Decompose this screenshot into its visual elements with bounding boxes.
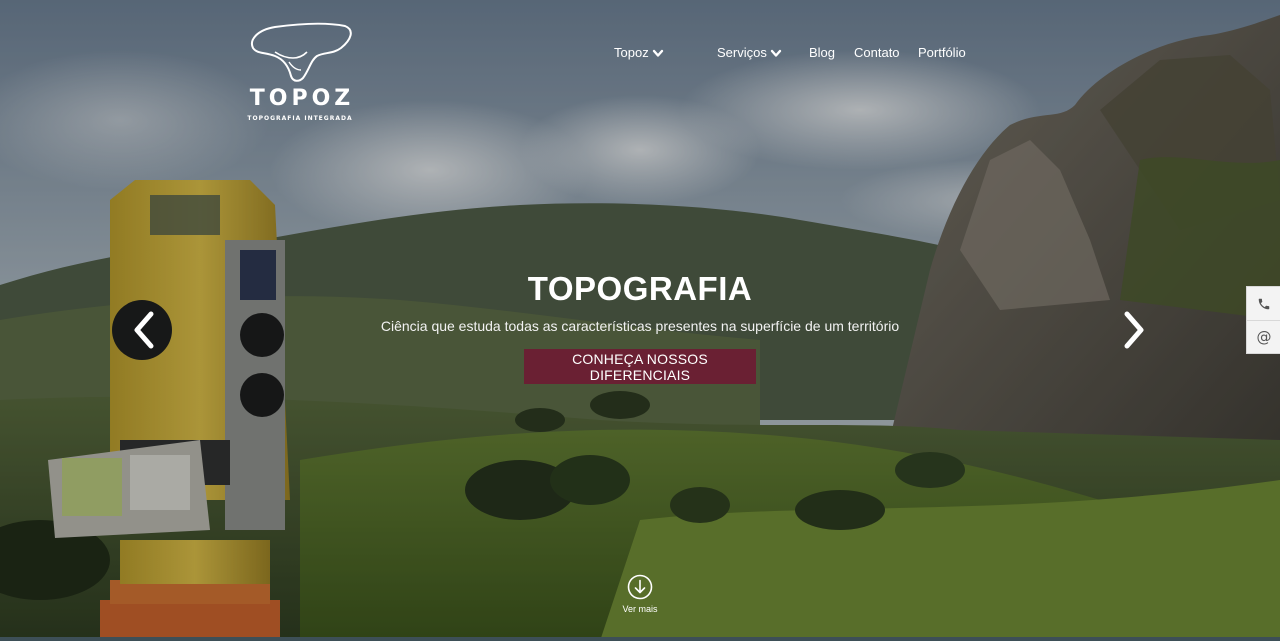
side-contact-tab: @ bbox=[1246, 286, 1280, 354]
slide-title: TOPOGRAFIA bbox=[527, 270, 753, 307]
nav-item-label: Portfólio bbox=[918, 45, 966, 60]
cta-button[interactable]: CONHEÇA NOSSOS DIFERENCIAIS bbox=[524, 349, 756, 384]
side-email-button[interactable]: @ bbox=[1247, 320, 1280, 353]
arrow-down-circle-icon bbox=[627, 574, 653, 600]
scroll-down-link[interactable]: Ver mais bbox=[610, 574, 670, 614]
nav-item-label: Contato bbox=[854, 45, 900, 60]
nav-item-servicos[interactable]: Serviços bbox=[717, 44, 782, 62]
side-phone-button[interactable] bbox=[1247, 287, 1280, 320]
chevron-down-icon bbox=[652, 49, 663, 57]
nav-item-label: Topoz bbox=[614, 45, 649, 60]
nav-item-blog[interactable]: Blog bbox=[809, 44, 835, 62]
bottom-divider bbox=[0, 637, 1280, 641]
brand-tagline: TOPOGRAFIA INTEGRADA bbox=[247, 115, 353, 122]
nav-item-label: Blog bbox=[809, 45, 836, 60]
nav-item-topoz[interactable]: Topoz bbox=[614, 44, 664, 62]
scroll-down-label: Ver mais bbox=[622, 604, 658, 614]
nav-item-portfolio[interactable]: Portfólio bbox=[918, 44, 966, 62]
brand-logo[interactable]: TOPOZ TOPOGRAFIA INTEGRADA bbox=[238, 22, 362, 130]
chevron-down-icon bbox=[770, 49, 782, 57]
phone-icon bbox=[1258, 298, 1270, 309]
at-sign-icon: @ bbox=[1256, 328, 1272, 346]
brand-name: TOPOZ bbox=[249, 86, 355, 111]
slider-next-button[interactable] bbox=[1114, 308, 1154, 352]
saddle-mountain-logo bbox=[251, 22, 352, 82]
chevron-left-icon bbox=[134, 311, 154, 349]
slide-subtitle: Ciência que estuda todas as característi… bbox=[380, 318, 900, 334]
chevron-right-icon bbox=[1124, 311, 1144, 349]
nav-item-label: Serviços bbox=[717, 45, 767, 60]
nav-item-contato[interactable]: Contato bbox=[854, 44, 900, 62]
slider-prev-button[interactable] bbox=[124, 308, 164, 352]
